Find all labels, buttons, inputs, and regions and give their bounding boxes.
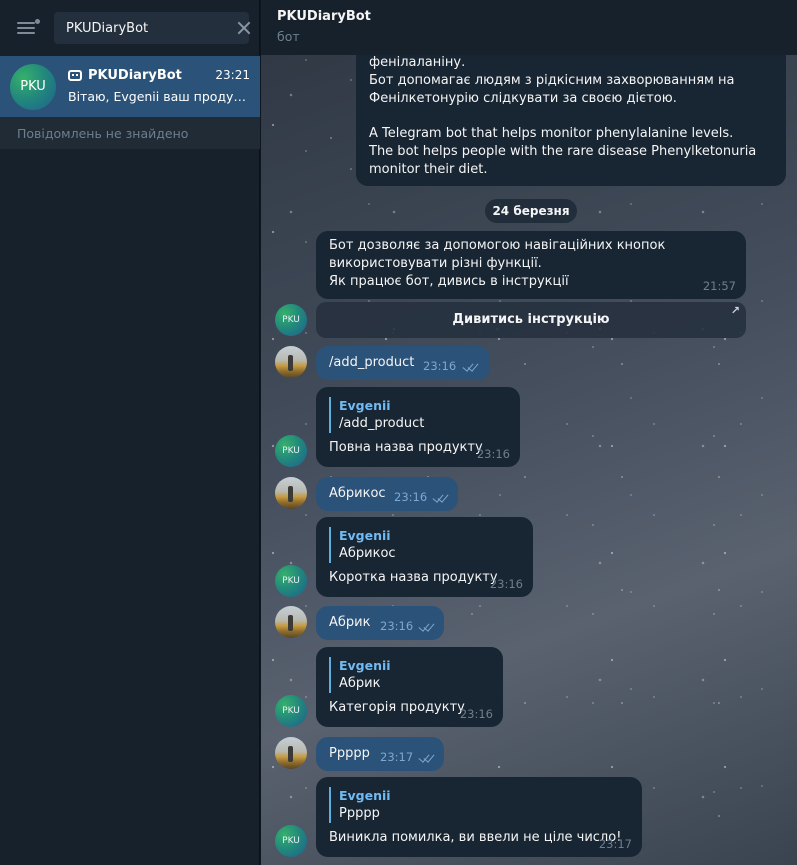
outgoing-message: Абрикос 23:16 <box>316 477 458 511</box>
double-check-icon <box>418 754 436 764</box>
message-time: 23:16 <box>423 359 457 373</box>
bot-icon <box>68 69 82 81</box>
chat-list-item-pkudiarybot[interactable]: PKU PKUDiaryBot 23:21 Вітаю, Evgenii ваш… <box>0 56 260 117</box>
user-avatar[interactable] <box>275 606 307 638</box>
outgoing-message: /add_product 23:16 <box>316 346 490 380</box>
reply-author: Evgenii <box>339 528 391 543</box>
outgoing-message: Ррррр 23:17 <box>316 737 444 771</box>
user-avatar[interactable] <box>275 477 307 509</box>
reply-quote[interactable]: Evgenii Ррррр <box>329 787 629 823</box>
bot-avatar[interactable]: PKU <box>275 304 307 336</box>
incoming-message: Evgenii Абрик Категорія продукту 23:16 <box>316 647 503 727</box>
reply-text: /add_product <box>339 416 425 431</box>
message-line: monitor their diet. <box>369 162 488 177</box>
message-line <box>369 108 773 125</box>
bot-avatar[interactable]: PKU <box>275 825 307 857</box>
chat-header[interactable]: PKUDiaryBot бот <box>261 0 797 55</box>
incoming-message: Evgenii Ррррр Виникла помилка, ви ввели … <box>316 777 642 857</box>
external-link-icon: ↗ <box>730 304 740 317</box>
message-line: Бот дозволяє за допомогою навігаційних к… <box>329 238 666 253</box>
incoming-message: Evgenii Абрикос Коротка назва продукту 2… <box>316 517 533 597</box>
outgoing-message: Абрик 23:16 <box>316 606 444 640</box>
message-line: Як працює бот, дивись в інструкції <box>329 274 569 289</box>
message-text: Повна назва продукту <box>329 440 483 455</box>
message-text: Категорія продукту <box>329 700 465 715</box>
no-messages-found: Повідомлень не знайдено <box>0 117 260 149</box>
chat-title: PKUDiaryBot <box>277 9 371 24</box>
chat-area: PKUDiaryBot бот фенілаланіну. Бот допома… <box>261 0 797 865</box>
date-separator: 24 березня <box>485 199 577 223</box>
menu-icon[interactable] <box>16 18 40 38</box>
double-check-icon <box>432 494 450 504</box>
incoming-message: Evgenii /add_product Повна назва продукт… <box>316 387 520 467</box>
message-time: 23:16 <box>394 490 428 504</box>
message-time: 23:16 <box>459 707 493 721</box>
search-box[interactable] <box>54 12 249 44</box>
reply-author: Evgenii <box>339 658 391 673</box>
reply-quote[interactable]: Evgenii Абрикос <box>329 527 520 563</box>
message-text: Ррррр <box>329 746 370 761</box>
bot-avatar[interactable]: PKU <box>275 435 307 467</box>
chat-preview: Вітаю, Evgenii ваш продукт ... <box>68 89 248 104</box>
message-time: 23:17 <box>598 837 632 851</box>
message-time: 23:16 <box>380 619 414 633</box>
message-line: фенілаланіну. <box>369 55 466 70</box>
double-check-icon <box>418 623 436 633</box>
chat-name: PKUDiaryBot <box>68 68 182 83</box>
user-avatar[interactable] <box>275 346 307 378</box>
reply-text: Абрик <box>339 676 381 691</box>
message-line: A Telegram bot that helps monitor phenyl… <box>369 126 734 141</box>
chat-time: 23:21 <box>215 68 250 82</box>
double-check-icon <box>462 363 480 373</box>
message-text: Абрик <box>329 615 371 630</box>
reply-author: Evgenii <box>339 788 391 803</box>
message-line: Фенілкетонурію слідкувати за своєю дієто… <box>369 91 677 106</box>
notification-dot-icon <box>35 19 40 24</box>
sidebar: PKU PKUDiaryBot 23:21 Вітаю, Evgenii ваш… <box>0 0 260 865</box>
chat-subtitle: бот <box>277 29 300 44</box>
bot-avatar[interactable]: PKU <box>275 565 307 597</box>
chat-avatar: PKU <box>10 63 56 110</box>
message-time: 23:17 <box>380 750 414 764</box>
clear-search-icon[interactable] <box>236 20 241 36</box>
search-input[interactable] <box>66 20 236 36</box>
message-line: використовувати різні функції. <box>329 256 542 271</box>
message-text: /add_product <box>329 355 415 370</box>
reply-text: Абрикос <box>339 546 396 561</box>
chat-info: PKUDiaryBot 23:21 Вітаю, Evgenii ваш про… <box>68 65 250 104</box>
message-text: Абрикос <box>329 486 386 501</box>
message-bubble-navigation: Бот дозволяє за допомогою навігаційних к… <box>316 231 746 299</box>
reply-quote[interactable]: Evgenii Абрик <box>329 657 490 693</box>
message-line: Бот допомагає людям з рідкісним захворюв… <box>369 73 735 88</box>
message-text: Коротка назва продукту <box>329 570 498 585</box>
message-time: 23:16 <box>489 577 523 591</box>
bot-avatar[interactable]: PKU <box>275 695 307 727</box>
message-line: The bot helps people with the rare disea… <box>369 144 757 159</box>
view-instructions-button[interactable]: Дивитись інструкцію ↗ <box>316 302 746 338</box>
reply-quote[interactable]: Evgenii /add_product <box>329 397 507 433</box>
message-text: Виникла помилка, ви ввели не ціле число! <box>329 830 622 845</box>
reply-text: Ррррр <box>339 806 380 821</box>
message-time: 23:16 <box>476 447 510 461</box>
reply-author: Evgenii <box>339 398 391 413</box>
user-avatar[interactable] <box>275 737 307 769</box>
